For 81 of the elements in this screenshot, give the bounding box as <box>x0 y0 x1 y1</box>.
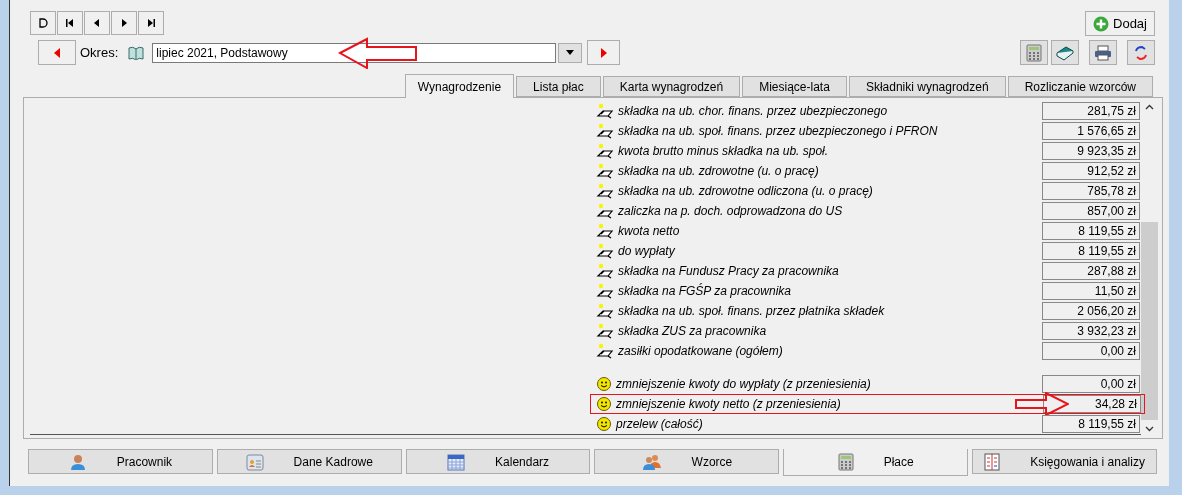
calendar-icon <box>447 452 466 471</box>
navigation-button[interactable] <box>138 11 164 35</box>
amount-field: 287,88 zł <box>1042 262 1140 280</box>
dropdown-button[interactable] <box>558 42 583 63</box>
tab[interactable]: Wynagrodzenie <box>404 74 515 98</box>
tab[interactable]: Karta wynagrodzeń <box>602 76 741 97</box>
row-label: składka na ub. społ. finans. przez ubezpieczonego i PFRON <box>618 123 938 140</box>
module-tab[interactable]: Płace <box>783 449 969 476</box>
module-tab[interactable]: Dane Kadrowe <box>216 449 402 474</box>
tab[interactable]: Miesiące-lata <box>742 76 847 97</box>
new-record-icon <box>37 17 49 29</box>
refresh-button[interactable] <box>1127 40 1155 65</box>
amount-field: 785,78 zł <box>1042 182 1140 200</box>
row-label: kwota netto <box>618 223 680 240</box>
tab[interactable]: Rozliczanie wzorców <box>1007 76 1153 97</box>
row-label: zmniejszenie kwoty netto (z przeniesienia) <box>616 396 841 413</box>
amount-field: 912,52 zł <box>1042 162 1140 180</box>
scroll-up-icon <box>1145 104 1154 110</box>
amount-field: 3 932,23 zł <box>1042 322 1140 340</box>
scroll-thumb[interactable] <box>1141 222 1158 420</box>
amount-field: 2 056,20 zł <box>1042 302 1140 320</box>
amount-field: 11,50 zł <box>1042 282 1140 300</box>
calculator-icon <box>1026 43 1042 62</box>
row-label: składka na ub. chor. finans. przez ubezpieczonego <box>618 103 888 120</box>
printer-icon <box>1094 44 1112 61</box>
dropdown-caret-icon <box>566 50 575 55</box>
amount-field: 8 119,55 zł <box>1042 242 1140 260</box>
smiley-icon <box>596 396 612 412</box>
row-label: zasiłki opodatkowane (ogółem) <box>618 343 783 360</box>
amount-field: 8 119,55 zł <box>1042 222 1140 240</box>
contact-card-icon <box>245 452 264 471</box>
last-record-icon <box>145 17 157 29</box>
navigation-button[interactable] <box>84 11 110 35</box>
row-label: kwota brutto minus składka na ub. społ. <box>618 143 829 160</box>
book-icon <box>128 45 145 60</box>
amount-field: 9 923,35 zł <box>1042 142 1140 160</box>
amount-field: 281,75 zł <box>1042 102 1140 120</box>
print-button[interactable] <box>1089 40 1117 65</box>
row-label: składka na Fundusz Pracy za pracownika <box>618 263 839 280</box>
first-record-icon <box>64 17 76 29</box>
smiley-icon <box>596 416 612 432</box>
period-label: Okres: <box>80 43 119 62</box>
navigation-button[interactable] <box>111 11 137 35</box>
module-tab[interactable]: Kalendarz <box>405 449 591 474</box>
amount-field: 0,00 zł <box>1042 342 1140 360</box>
left-triangle-icon <box>54 47 60 58</box>
module-tab[interactable]: Księgowania i analizy <box>972 449 1157 474</box>
navigation-button[interactable] <box>30 11 56 35</box>
previous-period-button[interactable] <box>38 40 76 65</box>
row-label: do wypłaty <box>618 243 675 260</box>
row-label: zaliczka na p. doch. odprowadzona do US <box>618 203 843 220</box>
row-label: składka na FGŚP za pracownika <box>618 282 791 300</box>
row-label: przelew (całość) <box>616 416 703 433</box>
amount-field: 857,00 zł <box>1042 202 1140 220</box>
calculator-button[interactable] <box>1020 40 1048 65</box>
module-tab[interactable]: Wzorce <box>594 449 780 474</box>
row-label: składka na ub. społ. finans. przez płatnika składek <box>618 303 885 320</box>
row-label: zmniejszenie kwoty do wypłaty (z przeniesienia) <box>616 376 871 393</box>
person-icon <box>68 452 87 471</box>
amount-field: 0,00 zł <box>1042 375 1140 393</box>
tab[interactable]: Lista płac <box>516 76 601 97</box>
amount-field: 34,28 zł <box>1043 395 1141 413</box>
next-period-button[interactable] <box>587 40 621 65</box>
tab[interactable]: Składniki wynagrodzeń <box>848 76 1006 97</box>
row-label: składka na ub. zdrowotne odliczona (u. o pracę) <box>618 183 873 200</box>
period-field[interactable]: lipiec 2021, Podstawowy <box>152 42 557 63</box>
plus-icon <box>1093 15 1109 32</box>
calculator-icon <box>837 453 854 471</box>
row-label: składka ZUS za pracownika <box>618 323 767 340</box>
scroll-down-icon <box>1145 426 1154 432</box>
smiley-icon <box>596 376 612 392</box>
ledger-icon <box>984 452 1001 471</box>
navigation-button[interactable] <box>57 11 83 35</box>
row-label: składka na ub. zdrowotne (u. o pracę) <box>618 163 819 180</box>
right-triangle-icon <box>600 47 607 58</box>
module-tab[interactable]: Pracownik <box>28 449 213 474</box>
add-button[interactable]: Dodaj <box>1085 11 1155 36</box>
people-icon <box>641 452 662 471</box>
book-button[interactable] <box>1051 40 1079 65</box>
amount-field: 8 119,55 zł <box>1042 415 1140 433</box>
amount-field: 1 576,65 zł <box>1042 122 1140 140</box>
